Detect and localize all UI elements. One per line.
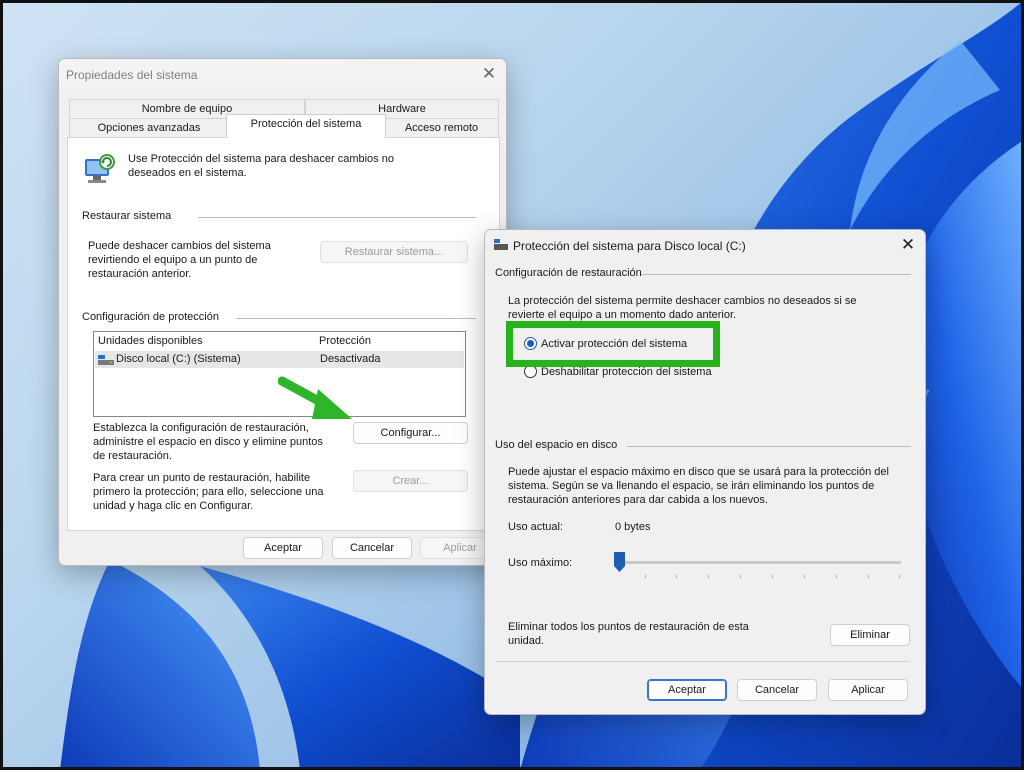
tab-system-protection[interactable]: Protección del sistema	[226, 114, 386, 138]
slider-tick	[708, 575, 709, 578]
configure-desc-line-1: Establezca la configuración de restaurac…	[93, 422, 309, 434]
slider-tick	[676, 575, 677, 578]
cancel-button[interactable]: Cancelar	[737, 679, 817, 701]
ok-button[interactable]: Aceptar	[243, 537, 323, 559]
current-usage-label: Uso actual:	[508, 521, 564, 533]
protection-section-header: Configuración de protección	[82, 311, 219, 323]
slider-tick	[772, 575, 773, 578]
divider	[236, 318, 476, 319]
create-desc-line-3: unidad y haga clic en Configurar.	[93, 500, 254, 512]
disk-usage-header: Uso del espacio en disco	[495, 439, 618, 451]
protection-dialog-titlebar[interactable]: Protección del sistema para Disco local …	[485, 230, 925, 260]
drive-icon	[494, 239, 508, 250]
delete-desc-line-2: unidad.	[508, 635, 545, 647]
divider	[627, 446, 911, 447]
green-arrow-annotation	[278, 376, 352, 419]
intro-line-2: deseados en el sistema.	[128, 167, 247, 179]
disk-usage-desc-line-1: Puede ajustar el espacio máximo en disco…	[508, 466, 889, 478]
configure-desc-line-3: de restauración.	[93, 450, 172, 462]
divider	[495, 661, 910, 662]
system-properties-window: Propiedades del sistema ✕ Nombre de equi…	[58, 58, 507, 566]
divider	[198, 217, 476, 218]
current-usage-value: 0 bytes	[615, 521, 651, 533]
restore-desc-line-2: revirtiendo el equipo a un punto de	[88, 254, 258, 266]
restore-settings-header: Configuración de restauración	[495, 267, 642, 279]
cancel-button[interactable]: Cancelar	[332, 537, 412, 559]
table-row[interactable]: Disco local (C:) (Sistema) Desactivada	[95, 351, 464, 368]
tab-advanced-options[interactable]: Opciones avanzadas	[69, 118, 229, 137]
ok-button[interactable]: Aceptar	[647, 679, 727, 701]
restore-settings-desc-line-2: revierte el equipo a un momento dado ant…	[508, 309, 737, 321]
max-usage-label: Uso máximo:	[508, 557, 573, 569]
system-protection-panel: Use Protección del sistema para deshacer…	[67, 137, 500, 531]
drive-protection-status: Desactivada	[320, 353, 381, 365]
column-header-protection[interactable]: Protección	[319, 335, 371, 347]
divider	[641, 274, 911, 275]
slider-tick	[836, 575, 837, 578]
slider-tick	[804, 575, 805, 578]
drive-icon	[98, 355, 114, 365]
create-button[interactable]: Crear...	[353, 470, 468, 492]
restore-settings-desc-line-1: La protección del sistema permite deshac…	[508, 295, 857, 307]
window-title: Propiedades del sistema	[66, 68, 198, 82]
restore-desc-line-1: Puede deshacer cambios del sistema	[88, 240, 271, 252]
dialog-title: Protección del sistema para Disco local …	[513, 239, 746, 253]
green-highlight-annotation	[506, 321, 720, 367]
slider-tick	[645, 575, 646, 578]
column-header-drives[interactable]: Unidades disponibles	[98, 335, 203, 347]
slider-tick	[868, 575, 869, 578]
max-usage-slider-track[interactable]	[615, 561, 901, 564]
close-icon[interactable]: ✕	[891, 230, 925, 260]
configure-button[interactable]: Configurar...	[353, 422, 468, 444]
create-desc-line-1: Para crear un punto de restauración, hab…	[93, 472, 311, 484]
restore-system-button[interactable]: Restaurar sistema...	[320, 241, 468, 263]
disk-usage-desc-line-3: restauración anteriores para dar cabida …	[508, 494, 768, 506]
disk-usage-desc-line-2: sistema. Según se va llenando el espacio…	[508, 480, 875, 492]
apply-button[interactable]: Aplicar	[828, 679, 908, 701]
system-protection-icon	[85, 154, 115, 183]
delete-desc-line-1: Eliminar todos los puntos de restauració…	[508, 621, 749, 633]
drive-name: Disco local (C:) (Sistema)	[116, 353, 241, 365]
configure-desc-line-2: administre el espacio en disco y elimine…	[93, 436, 323, 448]
disable-protection-label[interactable]: Deshabilitar protección del sistema	[541, 365, 712, 379]
intro-line-1: Use Protección del sistema para deshacer…	[128, 153, 394, 165]
tab-remote-access[interactable]: Acceso remoto	[384, 118, 499, 137]
create-desc-line-2: primero la protección; para ello, selecc…	[93, 486, 324, 498]
slider-tick	[899, 575, 900, 578]
max-usage-slider-thumb[interactable]	[614, 552, 625, 572]
slider-tick	[740, 575, 741, 578]
protection-settings-dialog: Protección del sistema para Disco local …	[484, 229, 926, 715]
system-properties-titlebar[interactable]: Propiedades del sistema ✕	[59, 59, 506, 89]
close-icon[interactable]: ✕	[472, 59, 506, 89]
restore-section-header: Restaurar sistema	[82, 210, 172, 222]
delete-restore-points-button[interactable]: Eliminar	[830, 624, 910, 646]
restore-desc-line-3: restauración anterior.	[88, 268, 192, 280]
